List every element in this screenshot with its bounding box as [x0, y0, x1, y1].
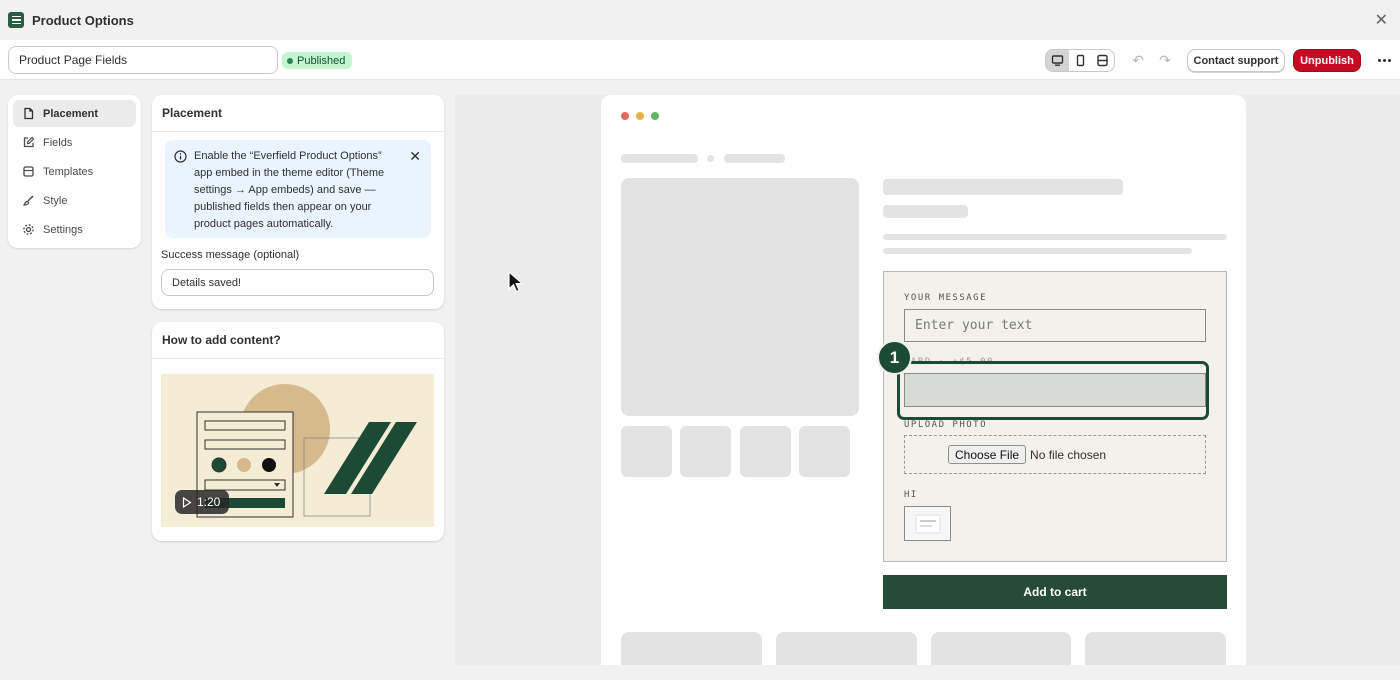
redo-icon[interactable]: ↷ [1157, 52, 1173, 68]
page-name-input[interactable] [8, 46, 278, 74]
upload-field-label: UPLOAD PHOTO [904, 420, 988, 430]
mobile-view-button[interactable] [1069, 50, 1092, 71]
description-placeholder [883, 234, 1227, 240]
sidebar-item-placement[interactable]: Placement [13, 100, 136, 127]
add-to-cart-button[interactable]: Add to cart [883, 575, 1227, 609]
tutorial-video[interactable]: 1:20 [161, 374, 434, 527]
breadcrumb-placeholder [724, 154, 785, 163]
view-mode-switcher [1045, 49, 1115, 72]
sidebar-item-label: Settings [43, 223, 83, 236]
sidebar-item-settings[interactable]: Settings [13, 216, 136, 243]
breadcrumb-placeholder [621, 154, 698, 163]
window-close-dot [621, 112, 629, 120]
product-options-form: YOUR MESSAGE CARD · +$5.00 1 UPLOAD PHOT… [877, 271, 1227, 562]
thumbnail-placeholder [621, 426, 672, 477]
sidebar-item-templates[interactable]: Templates [13, 158, 136, 185]
storefront-preview: YOUR MESSAGE CARD · +$5.00 1 UPLOAD PHOT… [601, 95, 1246, 665]
price-placeholder [883, 205, 968, 218]
how-to-card-title: How to add content? [152, 322, 444, 359]
app-title: Product Options [32, 12, 134, 28]
undo-icon[interactable]: ↶ [1130, 52, 1146, 68]
title-bar: Product Options ✕ [0, 0, 1400, 40]
mouse-cursor-icon [508, 271, 524, 293]
description-placeholder [883, 248, 1192, 254]
info-banner-text: Enable the “Everfield Product Options” a… [194, 150, 385, 230]
gear-icon [23, 224, 34, 235]
related-product-placeholder [776, 632, 917, 665]
fullscreen-view-button[interactable] [1091, 50, 1114, 71]
sidebar-item-label: Templates [43, 165, 94, 178]
sidebar-item-fields[interactable]: Fields [13, 129, 136, 156]
product-image-placeholder [621, 178, 859, 416]
window-minimize-dot [636, 112, 644, 120]
status-dot-icon [287, 57, 293, 64]
sidebar-nav: Placement Fields Templates Style Setting… [8, 95, 141, 248]
brush-icon [23, 195, 34, 206]
video-duration: 1:20 [197, 495, 221, 509]
preview-canvas: YOUR MESSAGE CARD · +$5.00 1 UPLOAD PHOT… [455, 95, 1400, 665]
template-icon [23, 166, 34, 177]
fullscreen-icon [1097, 54, 1108, 67]
info-banner: Enable the “Everfield Product Options” a… [165, 140, 431, 238]
close-icon[interactable]: ✕ [1375, 10, 1388, 30]
dismiss-banner-icon[interactable]: ✕ [409, 148, 421, 165]
video-play-button[interactable]: 1:20 [175, 490, 229, 514]
sidebar-item-label: Placement [43, 107, 99, 120]
success-message-input[interactable] [161, 269, 434, 296]
thumbnail-placeholder [680, 426, 731, 477]
related-product-placeholder [931, 632, 1071, 665]
desktop-icon [1051, 55, 1064, 66]
document-icon [24, 107, 34, 120]
how-to-card: How to add content? 1:20 [152, 322, 444, 541]
status-badge-label: Published [297, 54, 346, 67]
choose-file-button[interactable]: Choose File [948, 445, 1027, 464]
status-badge: Published [282, 52, 353, 69]
more-actions-icon[interactable] [1374, 50, 1394, 70]
window-zoom-dot [651, 112, 659, 120]
hi-field-label: HI [904, 490, 918, 500]
breadcrumb-separator [707, 155, 714, 162]
message-input[interactable] [904, 309, 1206, 342]
app-icon [8, 12, 24, 28]
desktop-view-button[interactable] [1046, 50, 1069, 71]
contact-support-button[interactable]: Contact support [1187, 49, 1285, 72]
image-thumbnail-icon [915, 514, 940, 533]
sidebar-item-style[interactable]: Style [13, 187, 136, 214]
mobile-icon [1076, 54, 1084, 67]
message-field-label: YOUR MESSAGE [904, 293, 988, 303]
sidebar-item-label: Style [43, 194, 68, 207]
related-product-placeholder [621, 632, 762, 665]
info-icon [174, 150, 187, 163]
toolbar: Published ↶ ↷ Contact support Unpublish [0, 40, 1400, 80]
step-badge: 1 [877, 340, 912, 375]
play-icon [182, 496, 192, 508]
swatch-thumbnail[interactable] [904, 506, 951, 541]
unpublish-button[interactable]: Unpublish [1293, 49, 1361, 72]
product-title-placeholder [883, 179, 1123, 195]
thumbnail-placeholder [799, 426, 850, 477]
card-field-label: CARD · +$5.00 [904, 357, 994, 367]
thumbnail-placeholder [740, 426, 791, 477]
sidebar-item-label: Fields [43, 136, 73, 149]
card-input[interactable] [904, 373, 1206, 407]
edit-icon [23, 136, 35, 148]
no-file-text: No file chosen [1030, 447, 1107, 462]
related-product-placeholder [1085, 632, 1226, 665]
upload-dropzone: Choose File No file chosen [904, 435, 1206, 474]
placement-card-title: Placement [152, 95, 444, 132]
placement-card: Placement Enable the “Everfield Product … [152, 95, 444, 309]
success-message-label: Success message (optional) [161, 249, 300, 261]
